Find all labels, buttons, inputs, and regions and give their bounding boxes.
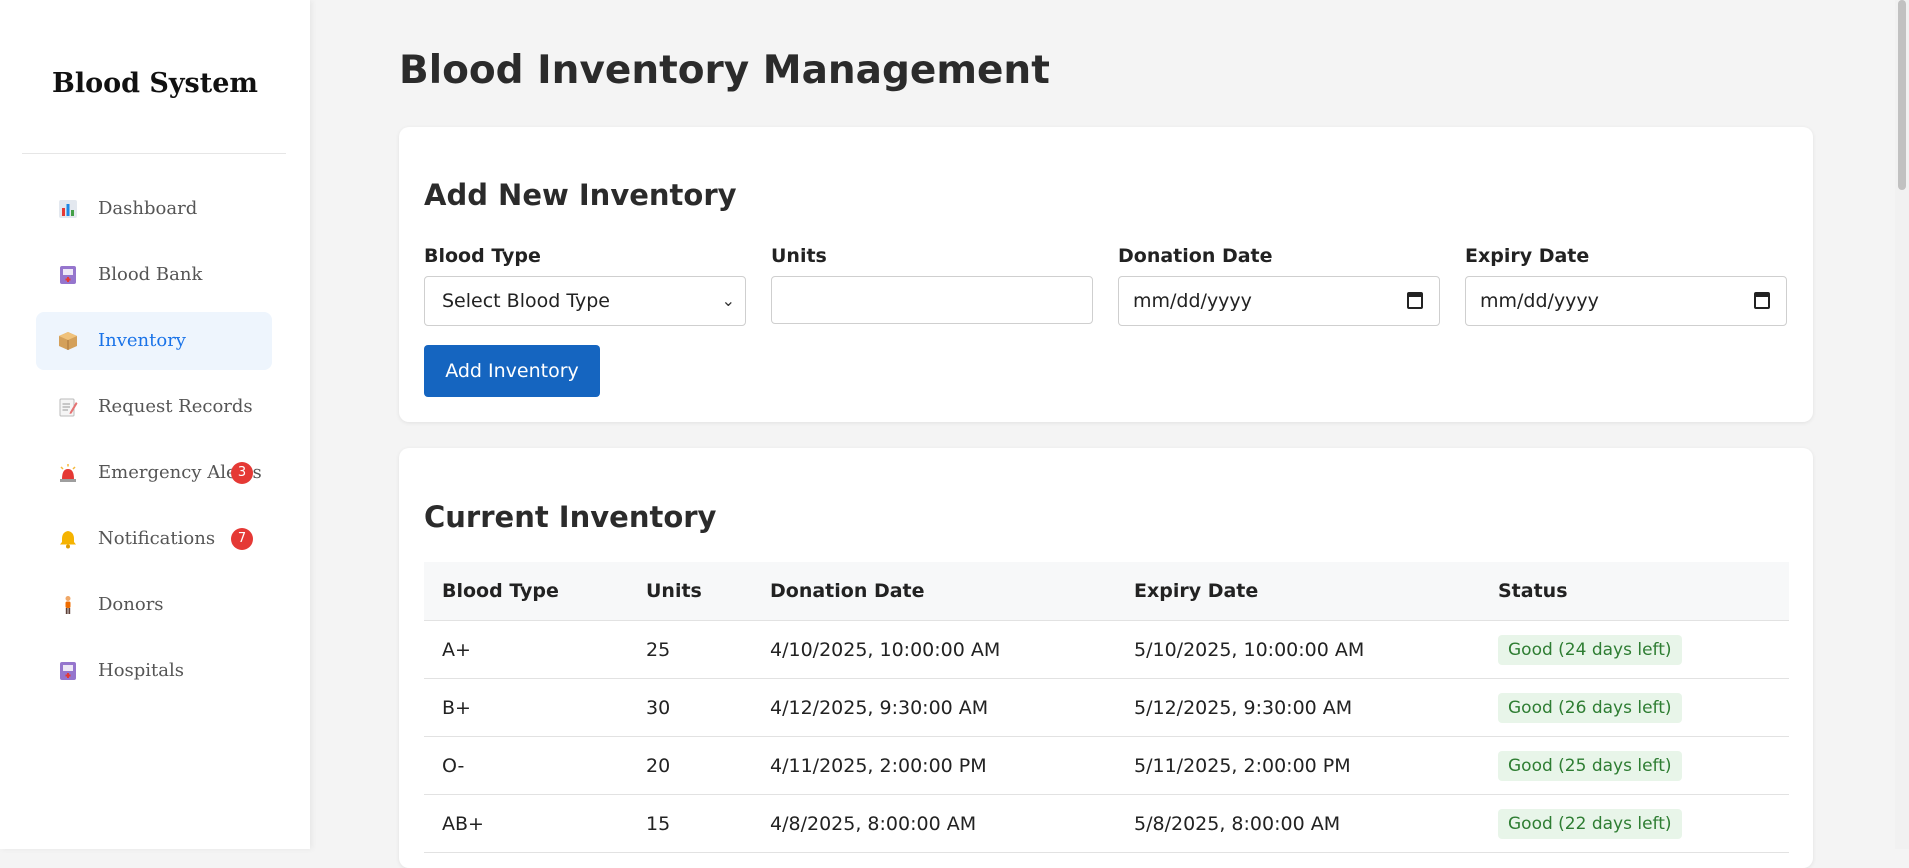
sidebar-item-hospitals[interactable]: Hospitals: [36, 642, 272, 700]
status-badge: Good (26 days left): [1498, 692, 1682, 723]
expiry-date-input[interactable]: mm/dd/yyyy: [1465, 276, 1787, 326]
sidebar-item-emergency-alerts[interactable]: Emergency Alerts 3: [36, 444, 272, 502]
blood-type-select[interactable]: Select Blood Type ⌄: [424, 276, 746, 326]
table-row: A+ 25 4/10/2025, 10:00:00 AM 5/10/2025, …: [424, 620, 1789, 679]
status-badge: Good (24 days left): [1498, 634, 1682, 665]
add-inventory-card: Add New Inventory Blood Type Select Bloo…: [399, 127, 1813, 422]
scrollbar-thumb[interactable]: [1898, 0, 1906, 190]
person-icon: [58, 595, 78, 615]
expiry-date-cell: 5/10/2025, 10:00:00 AM: [1116, 620, 1480, 679]
column-header: Units: [628, 562, 752, 621]
calendar-icon[interactable]: [1407, 292, 1423, 309]
memo-icon: [58, 397, 78, 417]
hospital-icon: [58, 661, 78, 681]
status-cell: Good (22 days left): [1480, 794, 1789, 853]
sidebar-item-dashboard[interactable]: Dashboard: [36, 180, 272, 238]
status-badge: Good (22 days left): [1498, 808, 1682, 839]
donation-date-cell: 4/12/2025, 9:30:00 AM: [752, 678, 1116, 737]
alert-count-badge: 3: [231, 462, 253, 484]
blood-bank-icon: [58, 265, 78, 285]
blood-type-cell: AB+: [424, 794, 628, 853]
column-header: Blood Type: [424, 562, 628, 621]
calendar-icon[interactable]: [1754, 292, 1770, 309]
inventory-table: Blood Type Units Donation Date Expiry Da…: [424, 562, 1789, 853]
units-label: Units: [771, 245, 827, 267]
brand-title: Blood System: [52, 68, 258, 99]
table-row: O- 20 4/11/2025, 2:00:00 PM 5/11/2025, 2…: [424, 736, 1789, 795]
sidebar-nav: Dashboard Blood Bank Inventory Request R…: [36, 180, 272, 708]
status-badge: Good (25 days left): [1498, 750, 1682, 781]
status-cell: Good (25 days left): [1480, 736, 1789, 795]
status-cell: Good (24 days left): [1480, 620, 1789, 679]
blood-type-cell: O-: [424, 736, 628, 795]
package-icon: [58, 331, 78, 351]
sidebar-item-label: Notifications: [98, 528, 216, 549]
sidebar-item-notifications[interactable]: Notifications 7: [36, 510, 272, 568]
bell-icon: [58, 529, 78, 549]
sidebar-item-label: Dashboard: [98, 198, 198, 219]
column-header: Expiry Date: [1116, 562, 1480, 621]
sidebar: Blood System Dashboard Blood Bank Invent…: [0, 0, 310, 849]
units-input[interactable]: [771, 276, 1093, 324]
expiry-date-cell: 5/12/2025, 9:30:00 AM: [1116, 678, 1480, 737]
donation-date-cell: 4/11/2025, 2:00:00 PM: [752, 736, 1116, 795]
blood-type-field: Blood Type Select Blood Type ⌄: [424, 245, 746, 326]
blood-type-label: Blood Type: [424, 245, 541, 267]
expiry-date-cell: 5/8/2025, 8:00:00 AM: [1116, 794, 1480, 853]
chevron-down-icon: ⌄: [721, 291, 735, 310]
expiry-date-label: Expiry Date: [1465, 245, 1590, 267]
units-cell: 30: [628, 678, 752, 737]
sidebar-item-label: Donors: [98, 594, 164, 615]
donation-date-placeholder: mm/dd/yyyy: [1133, 290, 1252, 312]
blood-type-cell: B+: [424, 678, 628, 737]
column-header: Status: [1480, 562, 1789, 621]
units-field: Units: [771, 245, 1093, 324]
sidebar-item-request-records[interactable]: Request Records: [36, 378, 272, 436]
donation-date-cell: 4/8/2025, 8:00:00 AM: [752, 794, 1116, 853]
notification-count-badge: 7: [231, 528, 253, 550]
bar-chart-icon: [58, 199, 78, 219]
sidebar-item-donors[interactable]: Donors: [36, 576, 272, 634]
add-inventory-button[interactable]: Add Inventory: [424, 345, 600, 397]
page-scrollbar[interactable]: [1895, 0, 1909, 849]
blood-type-cell: A+: [424, 620, 628, 679]
units-cell: 25: [628, 620, 752, 679]
sidebar-item-inventory[interactable]: Inventory: [36, 312, 272, 370]
table-header-row: Blood Type Units Donation Date Expiry Da…: [424, 562, 1789, 621]
expiry-date-placeholder: mm/dd/yyyy: [1480, 290, 1599, 312]
expiry-date-field: Expiry Date mm/dd/yyyy: [1465, 245, 1787, 326]
donation-date-label: Donation Date: [1118, 245, 1273, 267]
table-row: AB+ 15 4/8/2025, 8:00:00 AM 5/8/2025, 8:…: [424, 794, 1789, 853]
units-cell: 15: [628, 794, 752, 853]
sidebar-item-label: Blood Bank: [98, 264, 203, 285]
sidebar-item-label: Inventory: [98, 330, 186, 351]
donation-date-input[interactable]: mm/dd/yyyy: [1118, 276, 1440, 326]
siren-icon: [58, 463, 78, 483]
table-row: B+ 30 4/12/2025, 9:30:00 AM 5/12/2025, 9…: [424, 678, 1789, 737]
sidebar-item-label: Hospitals: [98, 660, 185, 681]
expiry-date-cell: 5/11/2025, 2:00:00 PM: [1116, 736, 1480, 795]
units-cell: 20: [628, 736, 752, 795]
current-inventory-heading: Current Inventory: [424, 500, 717, 534]
current-inventory-card: Current Inventory Blood Type Units Donat…: [399, 448, 1813, 868]
donation-date-field: Donation Date mm/dd/yyyy: [1118, 245, 1440, 326]
sidebar-item-label: Request Records: [98, 396, 253, 417]
column-header: Donation Date: [752, 562, 1116, 621]
page-title: Blood Inventory Management: [399, 48, 1050, 93]
blood-type-selected-value: Select Blood Type: [442, 290, 610, 312]
sidebar-item-blood-bank[interactable]: Blood Bank: [36, 246, 272, 304]
add-inventory-heading: Add New Inventory: [424, 178, 737, 212]
donation-date-cell: 4/10/2025, 10:00:00 AM: [752, 620, 1116, 679]
status-cell: Good (26 days left): [1480, 678, 1789, 737]
divider: [22, 153, 286, 154]
